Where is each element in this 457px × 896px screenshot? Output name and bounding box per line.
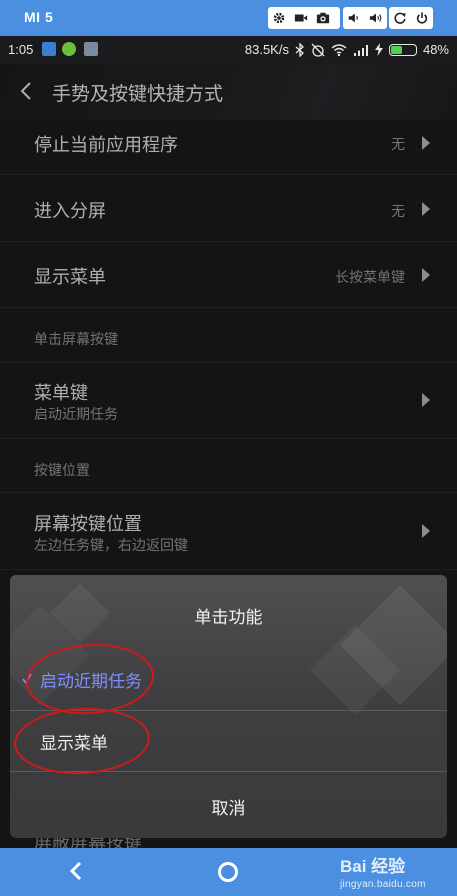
emulator-volume-group — [343, 7, 387, 29]
nav-home-icon[interactable] — [218, 862, 238, 882]
notification-sim-icon — [84, 42, 98, 56]
device-name: MI 5 — [24, 9, 54, 25]
status-time: 1:05 — [8, 42, 34, 57]
emulator-system-group — [389, 7, 433, 29]
status-right-group: 83.5K/s 48% — [245, 42, 449, 57]
baidu-watermark: Bai 经验 jingyan.baidu.com — [340, 852, 426, 890]
camera-icon[interactable] — [312, 7, 334, 29]
video-icon[interactable] — [290, 7, 312, 29]
volume-up-icon[interactable] — [365, 7, 387, 29]
volume-down-icon[interactable] — [343, 7, 365, 29]
bluetooth-icon — [295, 42, 304, 57]
status-bar: 1:05 83.5K/s 48% — [0, 36, 457, 64]
battery-fill — [390, 45, 402, 54]
charging-icon — [374, 43, 383, 56]
emulator-toolbar: MI 5 — [0, 0, 457, 36]
cancel-label: 取消 — [211, 799, 246, 819]
watermark-url: jingyan.baidu.com — [340, 879, 426, 890]
cancel-button[interactable]: 取消 — [10, 772, 447, 838]
settings-icon[interactable] — [268, 7, 290, 29]
wifi-icon — [331, 43, 347, 56]
battery-icon — [388, 43, 417, 56]
power-icon[interactable] — [411, 7, 433, 29]
notification-app-icon — [42, 42, 56, 56]
nav-back-icon[interactable] — [66, 860, 88, 882]
signal-icon — [353, 44, 368, 56]
dialog-title: 单击功能 — [194, 608, 263, 628]
battery-percent: 48% — [422, 42, 449, 57]
rotate-icon[interactable] — [389, 7, 411, 29]
watermark-logo: Bai 经验 — [340, 857, 406, 876]
alarm-off-icon — [311, 43, 325, 57]
network-speed: 83.5K/s — [244, 42, 289, 57]
android-icon — [62, 42, 76, 56]
emulator-media-group — [268, 7, 340, 29]
